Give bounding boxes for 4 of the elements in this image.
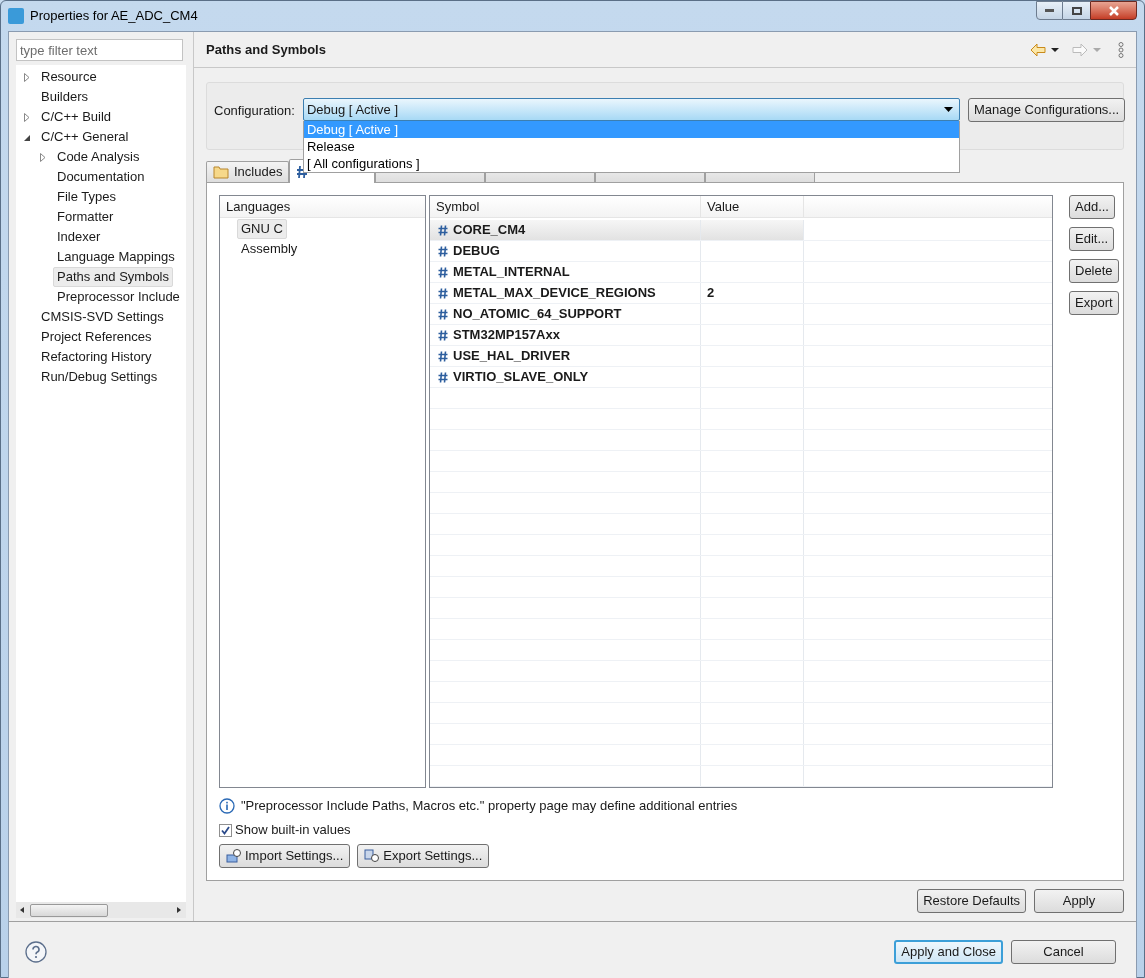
info-text: "Preprocessor Include Paths, Macros etc." property page may define additional entries: [241, 797, 738, 816]
page-title: Paths and Symbols: [206, 40, 326, 59]
configuration-label: Configuration:: [214, 102, 295, 120]
window-title: Properties for AE_ADC_CM4: [30, 7, 198, 26]
